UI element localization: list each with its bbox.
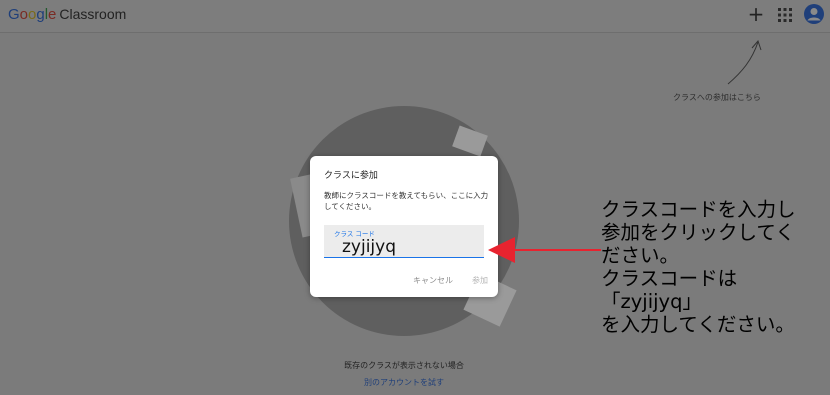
dialog-description: 教師にクラスコードを教えてもらい、ここに入力してください。 xyxy=(324,191,489,211)
join-button[interactable]: 参加 xyxy=(472,275,488,286)
google-classroom-logo[interactable]: Google Classroom xyxy=(8,6,126,23)
product-name: Classroom xyxy=(59,6,127,22)
top-app-bar: Google Classroom + xyxy=(0,0,830,33)
account-avatar-icon[interactable] xyxy=(804,4,824,24)
instruction-annotation: クラスコードを入力し 参加をクリックしてく ださい。 クラスコードは 「zyji… xyxy=(601,198,796,336)
create-or-join-plus-icon[interactable]: + xyxy=(746,4,766,24)
join-class-hint: クラスへの参加はこちら xyxy=(673,93,761,102)
dialog-title: クラスに参加 xyxy=(324,171,378,181)
red-annotation-arrow-icon xyxy=(488,236,602,270)
try-another-account-link[interactable]: 別のアカウントを試す xyxy=(0,377,808,388)
join-class-dialog: クラスに参加 教師にクラスコードを教えてもらい、ここに入力してください。 クラス… xyxy=(310,156,498,297)
google-wordmark: Google xyxy=(8,6,57,23)
hint-arrow-icon xyxy=(720,36,770,92)
missing-class-note: 既存のクラスが表示されない場合 xyxy=(344,361,464,370)
google-apps-grid-icon[interactable] xyxy=(778,7,792,22)
cancel-button[interactable]: キャンセル xyxy=(413,275,453,286)
class-code-input[interactable]: クラス コード zyjijyq xyxy=(324,225,484,258)
class-code-value[interactable]: zyjijyq xyxy=(342,237,396,257)
